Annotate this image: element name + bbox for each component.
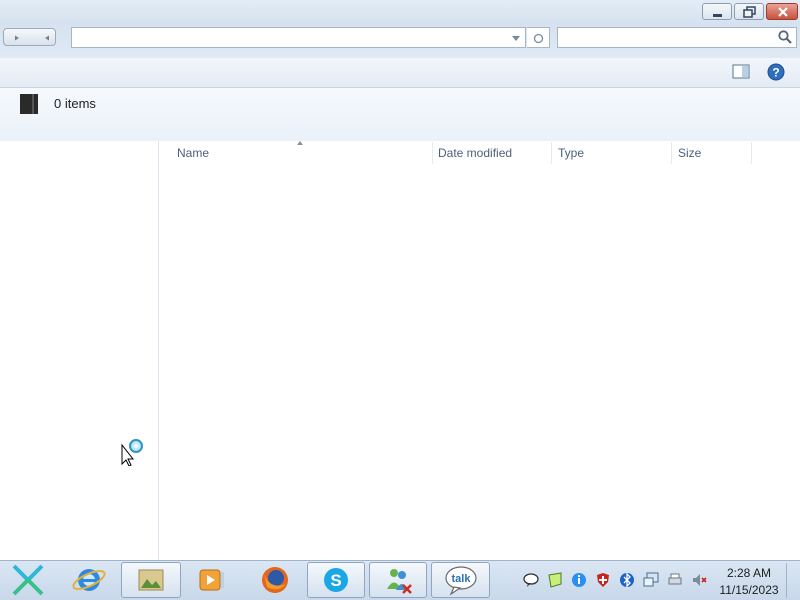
show-desktop-button[interactable] bbox=[786, 563, 798, 598]
bluetooth-tray-icon[interactable] bbox=[619, 572, 635, 588]
svg-text:S: S bbox=[330, 571, 341, 590]
info-tray-icon[interactable] bbox=[571, 572, 587, 588]
close-button[interactable] bbox=[766, 3, 798, 20]
column-size[interactable]: Size bbox=[678, 146, 701, 160]
address-dropdown[interactable] bbox=[506, 27, 526, 48]
command-bar bbox=[0, 58, 800, 88]
details-header bbox=[0, 88, 800, 141]
chevron-down-icon bbox=[512, 36, 520, 41]
back-arrow-icon[interactable] bbox=[4, 29, 57, 47]
library-icon bbox=[20, 94, 38, 114]
skype-taskbar-button[interactable]: S bbox=[307, 562, 365, 598]
start-icon[interactable] bbox=[8, 562, 48, 598]
column-divider[interactable] bbox=[551, 142, 552, 164]
restore-icon bbox=[743, 6, 756, 18]
media-player-icon[interactable] bbox=[196, 562, 228, 598]
firefox-icon[interactable] bbox=[256, 562, 294, 598]
refresh-icon bbox=[533, 33, 544, 44]
column-date-modified[interactable]: Date modified bbox=[438, 146, 512, 160]
sort-ascending-icon bbox=[297, 141, 303, 145]
talk-label: talk bbox=[452, 573, 472, 585]
printer-tray-icon[interactable] bbox=[667, 572, 683, 588]
clock-date[interactable]: 11/15/2023 bbox=[710, 583, 788, 597]
search-input[interactable] bbox=[557, 27, 797, 48]
search-icon[interactable] bbox=[777, 29, 793, 45]
network-tray-icon[interactable] bbox=[643, 572, 659, 588]
google-talk-icon: talk bbox=[445, 566, 477, 596]
refresh-button[interactable] bbox=[527, 27, 550, 48]
address-bar[interactable] bbox=[71, 27, 526, 48]
security-shield-tray-icon[interactable] bbox=[595, 572, 611, 588]
minimize-icon bbox=[713, 14, 722, 17]
column-divider[interactable] bbox=[751, 142, 752, 164]
restore-button[interactable] bbox=[734, 3, 764, 20]
minimize-button[interactable] bbox=[702, 3, 732, 20]
library-folder-icon bbox=[138, 569, 164, 591]
chat-tray-icon[interactable] bbox=[523, 572, 539, 588]
navigation-pane[interactable] bbox=[0, 141, 159, 560]
column-type[interactable]: Type bbox=[558, 146, 584, 160]
back-forward-buttons[interactable] bbox=[3, 28, 56, 46]
internet-explorer-icon[interactable] bbox=[70, 562, 108, 598]
explorer-taskbar-button[interactable] bbox=[121, 562, 181, 598]
column-divider[interactable] bbox=[671, 142, 672, 164]
close-icon bbox=[778, 7, 788, 17]
svg-text:?: ? bbox=[772, 66, 779, 80]
help-icon[interactable]: ? bbox=[767, 63, 785, 81]
note-tray-icon[interactable] bbox=[547, 572, 563, 588]
volume-muted-tray-icon[interactable] bbox=[691, 572, 707, 588]
skype-icon: S bbox=[324, 568, 348, 592]
column-name[interactable]: Name bbox=[177, 146, 209, 160]
item-count: 0 items bbox=[54, 96, 96, 111]
column-divider[interactable] bbox=[432, 142, 433, 164]
messenger-icon bbox=[387, 569, 412, 594]
messenger-taskbar-button[interactable] bbox=[369, 562, 427, 598]
google-talk-taskbar-button[interactable]: talk bbox=[431, 562, 490, 598]
preview-pane-icon[interactable] bbox=[732, 64, 750, 80]
busy-cursor-icon bbox=[121, 439, 143, 466]
clock-time[interactable]: 2:28 AM bbox=[710, 566, 788, 580]
title-bar bbox=[0, 0, 800, 24]
